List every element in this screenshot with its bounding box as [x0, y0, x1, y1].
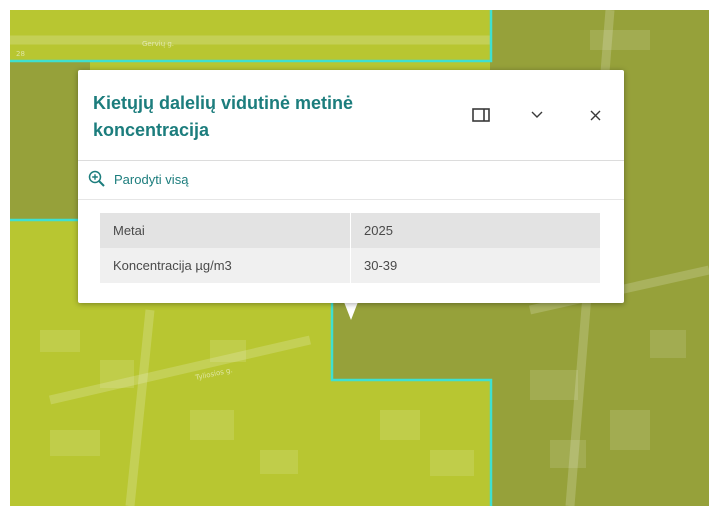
- collapse-button[interactable]: [522, 100, 552, 130]
- table-row: Koncentracija µg/m3 30-39: [100, 248, 600, 283]
- zoom-in-icon: [88, 170, 105, 187]
- field-name: Koncentracija µg/m3: [100, 248, 351, 283]
- field-name: Metai: [100, 213, 351, 248]
- field-value: 30-39: [350, 248, 600, 283]
- zoom-to-button[interactable]: Parodyti visą: [88, 170, 188, 188]
- close-icon: [590, 110, 600, 120]
- zoom-action-label: Parodyti visą: [114, 171, 189, 187]
- attribute-table: Metai 2025 Koncentracija µg/m3 30-39: [100, 213, 600, 283]
- field-value: 2025: [350, 213, 600, 248]
- dock-panel-icon: [472, 108, 490, 122]
- dock-button[interactable]: [466, 100, 496, 130]
- popup-header: Kietųjų dalelių vidutinė metinė koncentr…: [78, 70, 624, 161]
- table-row: Metai 2025: [100, 213, 600, 248]
- feature-popup: Kietųjų dalelių vidutinė metinė koncentr…: [78, 70, 624, 303]
- close-button[interactable]: [580, 100, 610, 130]
- popup-pointer: [344, 302, 358, 320]
- house-number-label: 28: [16, 50, 25, 58]
- popup-actions: Parodyti visą: [78, 161, 624, 200]
- popup-title: Kietųjų dalelių vidutinė metinė koncentr…: [93, 93, 354, 140]
- street-label: Gervių g.: [142, 40, 175, 48]
- chevron-down-icon: [531, 111, 543, 118]
